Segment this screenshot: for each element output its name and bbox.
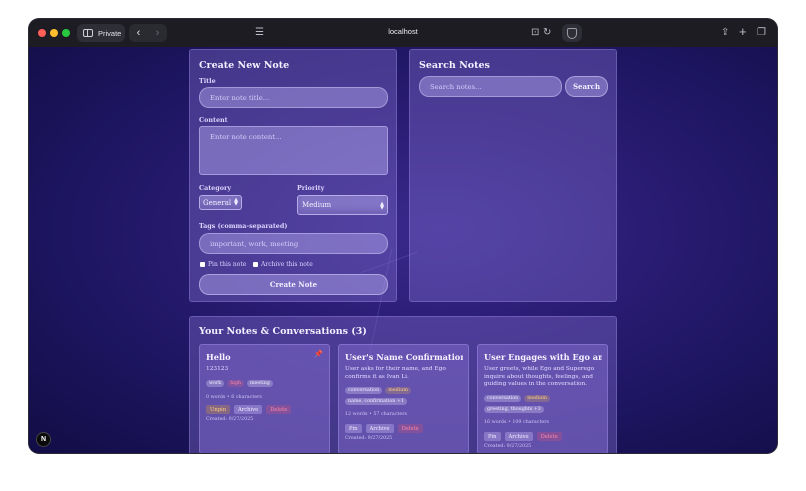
dev-tools-badge[interactable]: N <box>36 432 51 447</box>
browser-toolbar: Private ‹ › ☰ localhost ⊡ ↻ ⇪ + ❐ <box>29 19 777 47</box>
address-bar[interactable]: localhost <box>369 27 437 36</box>
page-settings-icon[interactable]: ☰ <box>255 25 264 41</box>
note-body: User greets, while Ego and Superego inqu… <box>484 366 595 387</box>
pin-checkbox-label: Pin this note <box>208 261 247 268</box>
priority-label: Priority <box>297 184 325 192</box>
note-card[interactable]: User Engages with Ego and ... User greet… <box>477 344 608 453</box>
close-window-button[interactable] <box>38 29 46 37</box>
search-heading: Search Notes <box>419 60 490 71</box>
archive-button[interactable]: Archive <box>234 405 263 414</box>
content-textarea[interactable]: Enter note content... <box>199 126 388 175</box>
page-viewport: Create New Note Title Enter note title..… <box>29 47 777 453</box>
share-icon[interactable]: ⇪ <box>721 25 729 41</box>
tag: greeting, thoughts +3 <box>484 406 544 413</box>
archive-button[interactable]: Archive <box>365 424 394 433</box>
pin-button[interactable]: Pin <box>345 424 362 433</box>
note-card[interactable]: User's Name Confirmation User asks for t… <box>338 344 469 453</box>
search-input[interactable]: Search notes... <box>419 76 562 97</box>
note-tags: conversation medium <box>345 387 411 394</box>
tag: name, confirmation +1 <box>345 398 407 405</box>
tag: conversation <box>484 395 522 402</box>
search-button[interactable]: Search <box>565 76 608 97</box>
note-card[interactable]: Hello 📌 123123 work high meeting 0 words… <box>199 344 330 453</box>
note-actions: Pin Archive Delete <box>484 432 562 441</box>
shield-icon <box>567 28 577 39</box>
create-note-heading: Create New Note <box>199 60 290 71</box>
note-created: Created: 9/27/2025 <box>206 417 254 422</box>
category-value: General <box>203 198 232 207</box>
category-label: Category <box>199 184 232 192</box>
delete-button[interactable]: Delete <box>397 424 423 433</box>
archive-button[interactable]: Archive <box>504 432 533 441</box>
content-label: Content <box>199 116 228 124</box>
pinned-icon: 📌 <box>314 350 323 358</box>
pin-button[interactable]: Pin <box>484 432 501 441</box>
note-stats: 16 words • 109 characters <box>484 420 550 425</box>
note-title: User's Name Confirmation <box>345 352 463 362</box>
note-created: Created: 9/27/2025 <box>345 436 393 441</box>
select-caret-icon: ▲ ▼ <box>380 201 384 211</box>
note-title: User Engages with Ego and ... <box>484 352 602 362</box>
note-stats: 0 words • 6 characters <box>206 395 262 400</box>
create-note-button[interactable]: Create Note <box>199 274 388 295</box>
nav-buttons: ‹ › <box>129 24 167 42</box>
sidebar-icon <box>83 29 93 37</box>
private-mode-label: Private <box>98 28 122 38</box>
note-tags: work high meeting <box>206 380 273 387</box>
note-tags: name, confirmation +1 <box>345 398 407 405</box>
notes-heading: Your Notes & Conversations (3) <box>199 326 367 337</box>
category-select[interactable]: General ▲ ▼ <box>199 195 242 210</box>
tags-label: Tags (comma-separated) <box>199 222 288 230</box>
priority-badge: medium <box>524 395 550 402</box>
pin-checkbox[interactable] <box>200 262 205 267</box>
pin-checkbox-row[interactable]: Pin this note <box>200 261 246 268</box>
unpin-button[interactable]: Unpin <box>206 405 231 414</box>
delete-button[interactable]: Delete <box>536 432 562 441</box>
forward-button[interactable]: › <box>156 27 160 39</box>
search-notes-card: Search Notes Search notes... Search <box>409 49 617 302</box>
reload-icon[interactable]: ↻ <box>543 25 551 41</box>
priority-value: Medium <box>302 201 332 209</box>
note-title: Hello <box>206 352 231 362</box>
note-body: 123123 <box>206 366 229 372</box>
tag: work <box>206 380 225 387</box>
priority-badge: high <box>227 380 244 387</box>
minimize-window-button[interactable] <box>50 29 58 37</box>
archive-checkbox-row[interactable]: Archive this note <box>253 261 313 268</box>
priority-badge: medium <box>385 387 411 394</box>
priority-select[interactable]: Medium ▲ ▼ <box>297 195 388 215</box>
zoom-window-button[interactable] <box>62 29 70 37</box>
tab-overview-icon[interactable]: ❐ <box>757 25 766 41</box>
note-actions: Unpin Archive Delete <box>206 405 292 414</box>
note-created: Created: 9/27/2025 <box>484 444 532 449</box>
sidebar-toggle-button[interactable]: Private <box>77 24 125 42</box>
archive-checkbox[interactable] <box>253 262 258 267</box>
create-note-card: Create New Note Title Enter note title..… <box>189 49 397 302</box>
note-actions: Pin Archive Delete <box>345 424 423 433</box>
browser-window: Private ‹ › ☰ localhost ⊡ ↻ ⇪ + ❐ Create… <box>29 19 777 453</box>
select-caret-icon: ▲ ▼ <box>234 197 238 207</box>
note-tags: greeting, thoughts +3 <box>484 406 544 413</box>
archive-checkbox-label: Archive this note <box>261 261 313 268</box>
tag: conversation <box>345 387 383 394</box>
note-body: User asks for their name, and Ego confir… <box>345 366 446 380</box>
new-tab-icon[interactable]: + <box>739 24 747 40</box>
title-label: Title <box>199 77 216 85</box>
delete-button[interactable]: Delete <box>266 405 292 414</box>
translate-icon[interactable]: ⊡ <box>531 25 539 41</box>
back-button[interactable]: ‹ <box>137 27 141 39</box>
tag: meeting <box>247 380 273 387</box>
tags-input[interactable]: important, work, meeting <box>199 233 388 254</box>
note-stats: 12 words • 57 characters <box>345 412 407 417</box>
note-tags: conversation medium <box>484 395 550 402</box>
title-input[interactable]: Enter note title... <box>199 87 388 108</box>
